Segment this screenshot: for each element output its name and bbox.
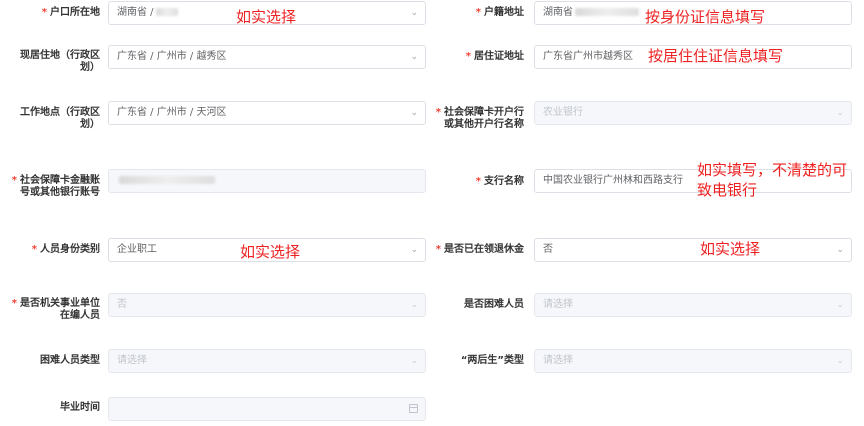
- two-later-type-select[interactable]: 请选择 ⌄: [534, 349, 852, 373]
- graduation-time-picker[interactable]: [108, 397, 426, 421]
- current-residence-select[interactable]: 广东省 / 广州市 / 越秀区 ⌄: [108, 45, 426, 69]
- redacted-text: [155, 8, 178, 16]
- annotation-hukou-location: 如实选择: [236, 8, 297, 26]
- hukou-location-value: 湖南省 /: [117, 7, 154, 18]
- label-graduation-time: 毕业时间: [60, 402, 100, 413]
- annotation-identity-type: 如实选择: [240, 243, 301, 261]
- label-bank-account: * 社会保障卡金融账号或其他银行账号: [11, 175, 100, 198]
- required-mark: *: [41, 7, 47, 18]
- calendar-icon: [409, 404, 418, 413]
- native-address-value: 湖南省: [543, 7, 573, 18]
- label-branch-name: * 支行名称: [475, 176, 524, 187]
- hardship-type-select[interactable]: 请选择 ⌄: [108, 349, 426, 373]
- label-bank-name: * 社会保障卡开户行或其他开户行名称: [435, 107, 524, 130]
- hardship-select[interactable]: 请选择 ⌄: [534, 293, 852, 317]
- annotation-retired: 如实选择: [700, 240, 761, 258]
- chevron-down-icon: ⌄: [836, 108, 844, 118]
- label-current-residence: 现居住地（行政区划）: [20, 50, 100, 73]
- chevron-down-icon: ⌄: [836, 356, 844, 366]
- label-hardship-type: 困难人员类型: [40, 355, 100, 366]
- label-hukou-location: * 户口所在地: [41, 7, 100, 18]
- label-residence-permit-address: * 居住证地址: [465, 51, 524, 62]
- redacted-text: [575, 8, 639, 16]
- chevron-down-icon: ⌄: [410, 356, 418, 366]
- retired-select[interactable]: 否 ⌄: [534, 238, 852, 262]
- bank-account-input[interactable]: [108, 169, 426, 193]
- chevron-down-icon: ⌄: [836, 245, 844, 255]
- chevron-down-icon: ⌄: [836, 300, 844, 310]
- bank-name-select[interactable]: 农业银行 ⌄: [534, 101, 852, 125]
- label-identity-type: * 人员身份类别: [31, 244, 100, 255]
- chevron-down-icon: ⌄: [410, 300, 418, 310]
- label-two-later-type: “两后生”类型: [460, 355, 524, 366]
- annotation-residence-permit: 按居住住证信息填写: [648, 47, 784, 65]
- label-native-address: * 户籍地址: [475, 7, 524, 18]
- chevron-down-icon: ⌄: [410, 108, 418, 118]
- annotation-native-address: 按身份证信息填写: [645, 8, 766, 26]
- label-public-institution: * 是否机关事业单位在编人员: [11, 298, 100, 321]
- chevron-down-icon: ⌄: [410, 8, 418, 18]
- work-location-select[interactable]: 广东省 / 广州市 / 天河区 ⌄: [108, 101, 426, 125]
- label-hardship: 是否困难人员: [464, 299, 524, 310]
- public-institution-select[interactable]: 否 ⌄: [108, 293, 426, 317]
- redacted-text: [119, 176, 215, 184]
- chevron-down-icon: ⌄: [410, 52, 418, 62]
- annotation-branch-name: 如实填写，不清楚的可致电银行: [697, 161, 848, 199]
- label-work-location: 工作地点（行政区划）: [20, 107, 100, 130]
- label-retired: * 是否已在领退休金: [435, 244, 524, 255]
- chevron-down-icon: ⌄: [410, 245, 418, 255]
